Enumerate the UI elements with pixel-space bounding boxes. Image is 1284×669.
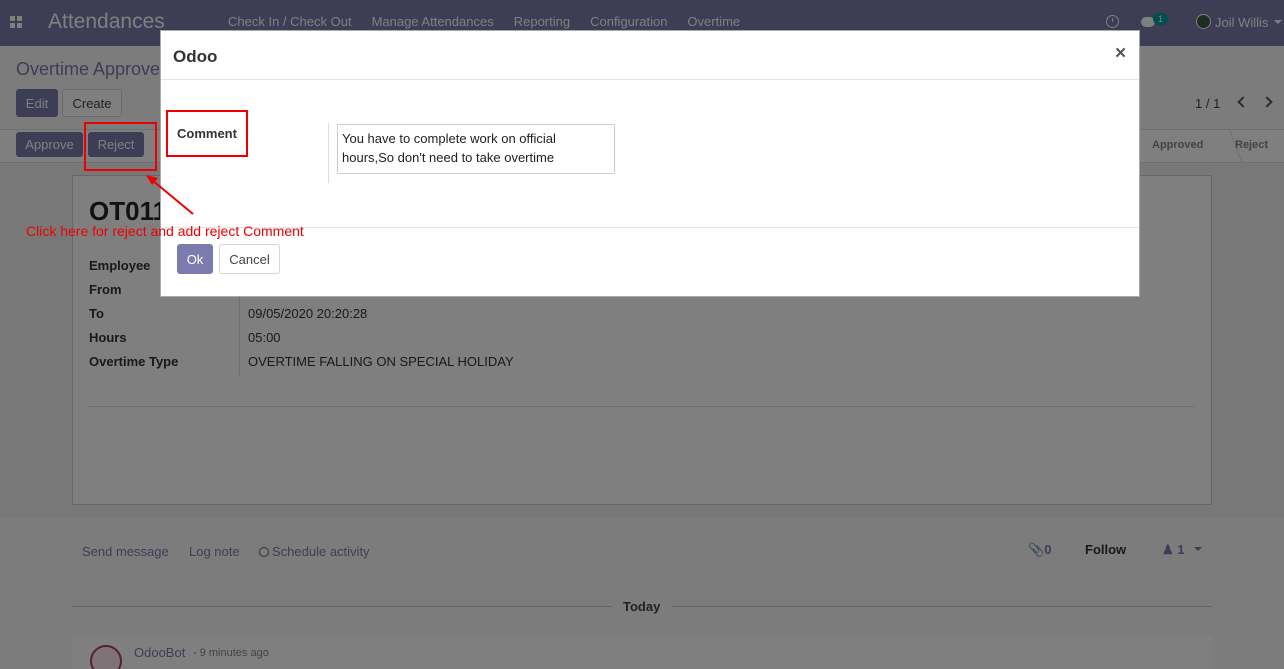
annotation-text: Click here for reject and add reject Com…	[26, 223, 304, 239]
annotation-arrow-icon	[146, 175, 194, 215]
